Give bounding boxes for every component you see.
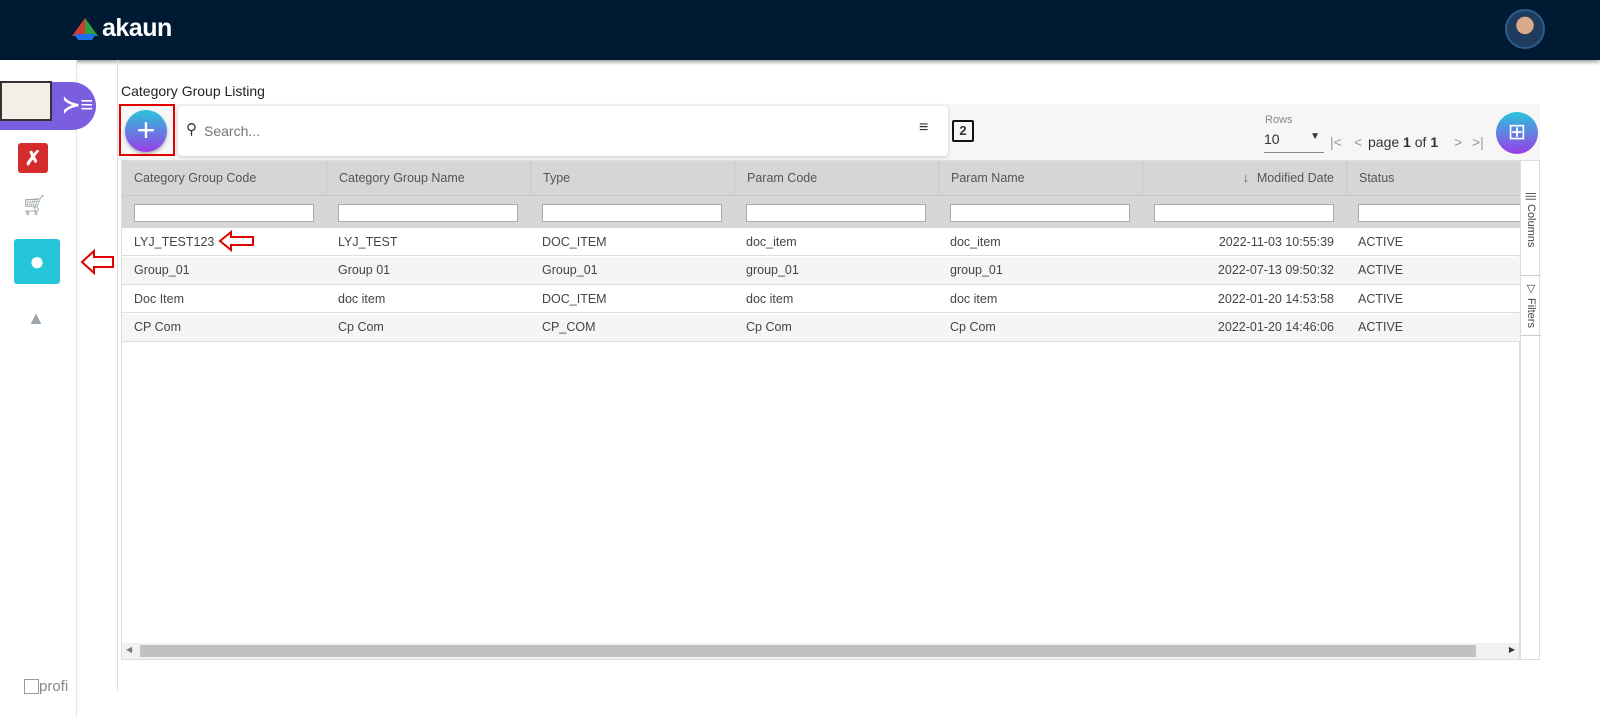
table-cell: LYJ_TEST bbox=[338, 234, 398, 249]
table-cell: group_01 bbox=[950, 263, 1003, 277]
rows-label: Rows bbox=[1265, 114, 1293, 126]
table-cell: CP_COM bbox=[542, 320, 596, 334]
highlight-box bbox=[119, 104, 175, 156]
column-filter-input[interactable] bbox=[338, 204, 518, 222]
app-red-icon[interactable]: ✗ bbox=[18, 143, 48, 173]
column-filter-input[interactable] bbox=[950, 204, 1130, 222]
column-header[interactable]: ↓ Modified Date bbox=[1142, 161, 1346, 195]
prev-page-button[interactable]: < bbox=[1354, 134, 1362, 150]
table-cell: doc item bbox=[746, 291, 794, 306]
search-icon: ⚲ bbox=[186, 121, 197, 138]
column-header[interactable]: Param Name bbox=[938, 161, 1142, 195]
rows-select[interactable]: 10 ▼ bbox=[1264, 131, 1324, 153]
akaun-logo[interactable]: akaun bbox=[72, 14, 172, 43]
column-filter-input[interactable] bbox=[1154, 204, 1334, 222]
profile-link[interactable]: profi bbox=[24, 678, 68, 695]
filter-icon[interactable]: ≡ bbox=[919, 119, 928, 137]
grid-view-button[interactable]: ⊞ bbox=[1496, 112, 1538, 154]
table-cell: DOC_ITEM bbox=[542, 291, 607, 306]
logo-triangle-icon bbox=[72, 17, 98, 40]
filters-tab[interactable]: ▽ Filters bbox=[1521, 276, 1541, 336]
dropdown-caret-icon: ▼ bbox=[1310, 131, 1320, 142]
palette-icon[interactable]: ● bbox=[14, 239, 60, 284]
highlight-arrow-icon bbox=[80, 249, 114, 275]
horizontal-scrollbar[interactable]: ◀ ▶ bbox=[122, 643, 1519, 659]
table-cell: group_01 bbox=[746, 263, 799, 277]
data-grid: Category Group Code Category Group Name Ty… bbox=[121, 160, 1528, 660]
scrollbar-thumb[interactable] bbox=[140, 645, 1476, 657]
table-row[interactable]: Doc Item doc item DOC_ITEM doc item doc item… bbox=[122, 285, 1521, 313]
table-cell: Cp Com bbox=[746, 320, 792, 334]
cart-icon[interactable]: 🛒︎ bbox=[21, 193, 46, 217]
table-cell: doc_item bbox=[950, 234, 1001, 249]
column-header[interactable]: Category Group Name bbox=[326, 161, 530, 195]
search-bar: ⚲ ≡ bbox=[178, 106, 948, 156]
top-bar: akaun bbox=[0, 0, 1600, 60]
table-cell: 2022-01-20 14:46:06 bbox=[1217, 320, 1334, 334]
menu-collapse-icon[interactable]: ≻≡ bbox=[62, 92, 93, 118]
first-page-button[interactable]: |< bbox=[1330, 134, 1342, 150]
columns-tab[interactable]: ||| Columns bbox=[1521, 186, 1541, 276]
next-page-button[interactable]: > bbox=[1454, 134, 1462, 150]
column-header[interactable]: Category Group Code bbox=[122, 161, 326, 195]
page-indicator: page 1 of 1 bbox=[1368, 134, 1439, 150]
shapes-icon[interactable]: ▲ bbox=[26, 306, 46, 330]
column-filter-input[interactable] bbox=[542, 204, 722, 222]
column-filter-input[interactable] bbox=[1358, 204, 1528, 222]
column-header[interactable]: Param Code bbox=[734, 161, 938, 195]
column-filter-input[interactable] bbox=[746, 204, 926, 222]
user-avatar[interactable] bbox=[1505, 9, 1545, 49]
table-cell: doc_item bbox=[746, 234, 797, 249]
grid-filter-row bbox=[122, 195, 1528, 228]
table-cell: doc item bbox=[338, 291, 386, 306]
table-row[interactable]: LYJ_TEST123 LYJ_TEST DOC_ITEM doc_item doc_i… bbox=[122, 228, 1521, 256]
app-thumbnail-icon[interactable] bbox=[0, 81, 52, 121]
column-header[interactable]: Type bbox=[530, 161, 734, 195]
table-cell: doc item bbox=[950, 291, 998, 306]
highlight-arrow-icon bbox=[218, 230, 254, 252]
table-cell: Doc Item bbox=[134, 291, 185, 306]
table-cell: Group_01 bbox=[542, 263, 598, 277]
search-input[interactable] bbox=[204, 120, 904, 142]
table-cell: DOC_ITEM bbox=[542, 234, 607, 249]
table-row[interactable]: Group_01 Group 01 Group_01 group_01 group_01… bbox=[122, 256, 1521, 285]
table-cell: Cp Com bbox=[338, 320, 384, 334]
profile-image-icon bbox=[24, 679, 39, 694]
layers-2-icon[interactable]: 2 bbox=[952, 120, 974, 142]
table-cell: 2022-11-03 10:55:39 bbox=[1218, 234, 1334, 249]
table-row[interactable]: CP Com Cp Com CP_COM Cp Com Cp Com 2022-01-20… bbox=[122, 313, 1521, 342]
last-page-button[interactable]: >| bbox=[1472, 134, 1484, 150]
table-cell: CP Com bbox=[134, 320, 182, 334]
sidebar-rail bbox=[77, 60, 118, 690]
table-cell: Group 01 bbox=[338, 263, 391, 277]
table-cell: 2022-07-13 09:50:32 bbox=[1217, 263, 1334, 277]
grid-side-panel: ||| Columns ▽ Filters bbox=[1520, 160, 1541, 660]
sort-desc-icon: ↓ bbox=[1242, 171, 1249, 185]
page-title: Category Group Listing bbox=[121, 83, 265, 99]
column-filter-input[interactable] bbox=[134, 204, 314, 222]
grid-header: Category Group Code Category Group Name Ty… bbox=[122, 161, 1521, 195]
table-cell: Group_01 bbox=[134, 263, 190, 277]
table-cell: 2022-01-20 14:53:58 bbox=[1217, 291, 1334, 306]
table-cell: Cp Com bbox=[950, 320, 996, 334]
